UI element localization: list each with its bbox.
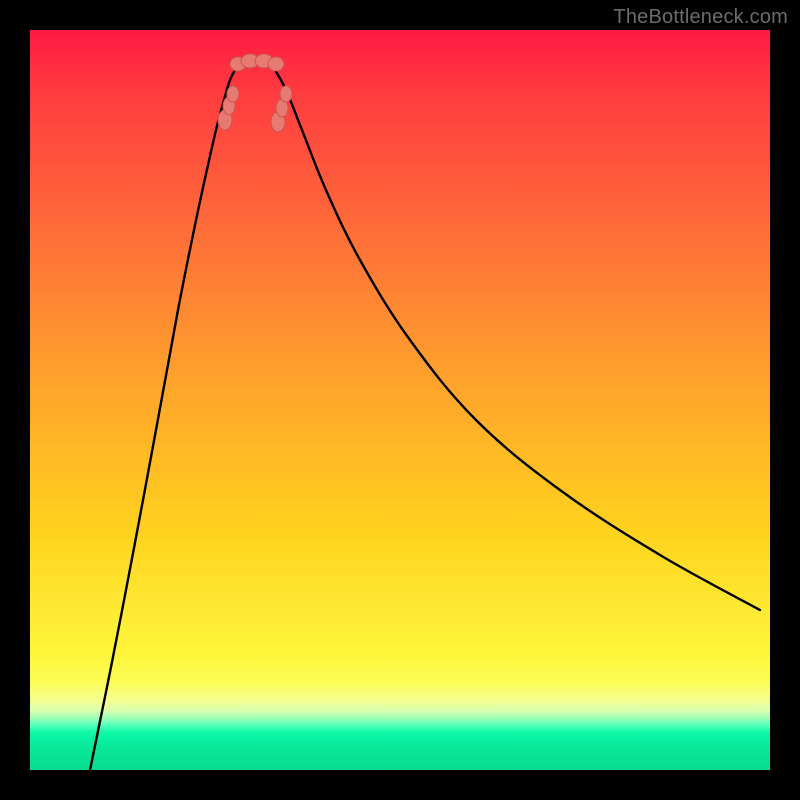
curve-left-branch <box>90 70 235 770</box>
plot-area <box>30 30 770 770</box>
chart-frame: TheBottleneck.com <box>0 0 800 800</box>
watermark-text: TheBottleneck.com <box>613 6 788 29</box>
curve-right-branch <box>275 70 760 610</box>
valley-marker-2 <box>227 86 239 102</box>
valley-marker-9 <box>268 57 284 71</box>
bottleneck-curve <box>30 30 770 770</box>
valley-marker-5 <box>280 86 292 102</box>
